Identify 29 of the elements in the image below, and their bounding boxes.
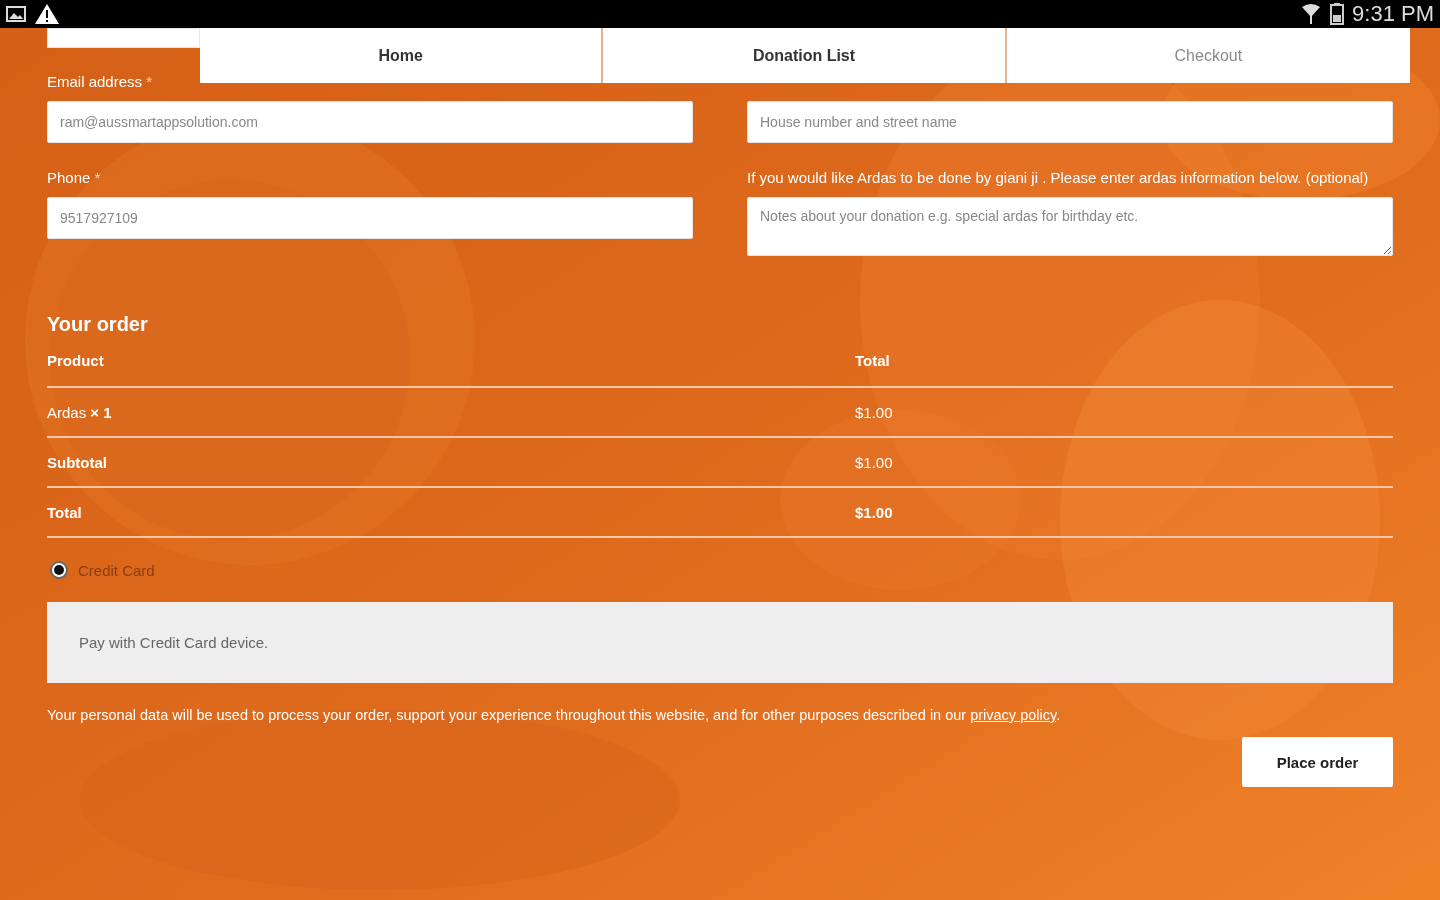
table-cell-text: Total — [47, 503, 83, 521]
table-cell-text: $1.00 — [855, 453, 894, 471]
field-label: Email address * — [47, 73, 153, 91]
warning-icon — [34, 3, 60, 25]
section-heading: Your order — [47, 313, 149, 335]
battery-icon — [1330, 3, 1345, 25]
table-cell-text: $1.00 — [855, 503, 894, 521]
table-cell-text: Subtotal — [47, 453, 108, 471]
input-field[interactable]: ram@aussmartappsolution.com — [47, 101, 693, 143]
place-order-button[interactable]: Place order — [1242, 737, 1393, 787]
payment-description: Pay with Credit Card device. — [47, 602, 1393, 683]
payment-method-label: Credit Card — [78, 561, 155, 579]
input-field[interactable]: House number and street name — [747, 101, 1393, 143]
field-label: Phone * — [47, 169, 101, 187]
required-mark: * — [94, 169, 101, 186]
input-field[interactable]: 9517927109 — [47, 197, 693, 239]
column-header: Product — [47, 352, 105, 369]
image-icon — [6, 5, 26, 23]
privacy-notice: Your personal data will be used to process your order, support your experience throughout this website, and for other purposes described in our privacy policy. — [47, 706, 1062, 725]
required-mark: * — [146, 73, 153, 90]
field-label: If you would like Ardas to be done by giani ji . Please enter ardas information below. (optional) — [747, 168, 1370, 188]
input-field[interactable] — [47, 28, 200, 48]
clock: 9:31 PM — [1352, 1, 1434, 27]
tab[interactable]: Checkout — [1006, 28, 1410, 83]
column-header: Total — [855, 352, 891, 369]
notes-field[interactable]: Notes about your donation e.g. special ardas for birthday etc. — [747, 197, 1393, 256]
signal-icon — [1300, 3, 1323, 25]
table-cell-text: Ardas × 1 — [47, 403, 113, 421]
table-cell-text: $1.00 — [855, 403, 894, 421]
